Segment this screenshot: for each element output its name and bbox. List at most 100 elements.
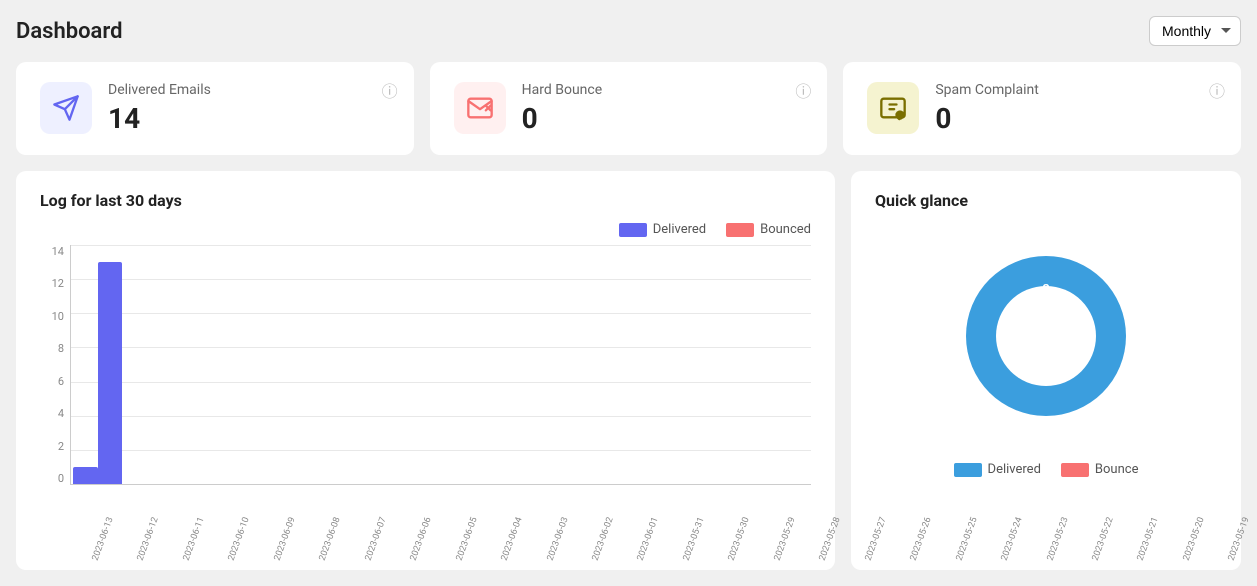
donut-legend-delivered: Delivered xyxy=(954,462,1041,477)
x-label: 2023-06-07 xyxy=(360,515,389,563)
bar-group xyxy=(416,245,441,484)
bounce-value: 0 xyxy=(522,102,804,135)
spam-icon-bg: $ xyxy=(867,82,919,134)
delivered-info-icon: ⓘ xyxy=(382,78,398,102)
bottom-row: Log for last 30 days Delivered Bounced 1… xyxy=(16,171,1241,570)
x-label: 2023-06-08 xyxy=(314,515,343,563)
x-label: 2023-05-31 xyxy=(678,515,707,563)
bar-group xyxy=(613,245,638,484)
chart-title: Log for last 30 days xyxy=(40,191,811,210)
x-label: 2023-06-03 xyxy=(541,515,570,563)
donut-bottom-label: 14 xyxy=(1038,372,1054,388)
donut-legend-bounce: Bounce xyxy=(1061,462,1139,477)
x-label: 2023-06-11 xyxy=(178,515,207,563)
legend-delivered-label: Delivered xyxy=(653,222,706,237)
bar-group xyxy=(539,245,564,484)
chart-area xyxy=(70,245,811,485)
log-chart-card: Log for last 30 days Delivered Bounced 1… xyxy=(16,171,835,570)
bars-container xyxy=(71,245,811,484)
bar-group xyxy=(588,245,613,484)
x-label: 2023-06-05 xyxy=(451,515,480,563)
x-label: 2023-06-10 xyxy=(223,515,252,563)
donut-bounce-color xyxy=(1061,463,1089,477)
bar-group xyxy=(564,245,589,484)
bounce-info-icon: ⓘ xyxy=(795,78,811,102)
bar-group xyxy=(196,245,221,484)
donut-svg: 0 14 xyxy=(936,226,1156,446)
x-labels: 2023-06-132023-06-122023-06-112023-06-10… xyxy=(70,536,811,550)
legend-delivered: Delivered xyxy=(619,222,706,237)
x-label: 2023-06-06 xyxy=(405,515,434,563)
donut-bounce-label: Bounce xyxy=(1095,462,1139,477)
bar-group xyxy=(392,245,417,484)
bar-group xyxy=(784,245,809,484)
bar-group xyxy=(637,245,662,484)
bar-group xyxy=(367,245,392,484)
x-label: 2023-05-28 xyxy=(814,515,843,563)
spam-label: Spam Complaint xyxy=(935,82,1217,98)
spam-info: Spam Complaint 0 xyxy=(935,82,1217,135)
delivered-emails-card: Delivered Emails 14 ⓘ xyxy=(16,62,414,155)
delivered-bar xyxy=(98,262,123,484)
bar-group xyxy=(98,245,123,484)
page-title: Dashboard xyxy=(16,19,122,44)
delivered-info: Delivered Emails 14 xyxy=(108,82,390,135)
spam-card: $ Spam Complaint 0 ⓘ xyxy=(843,62,1241,155)
spam-icon: $ xyxy=(879,94,907,122)
donut-hole xyxy=(996,286,1096,386)
chart-legend: Delivered Bounced xyxy=(40,222,811,237)
x-label: 2023-06-04 xyxy=(496,515,525,563)
donut-delivered-label: Delivered xyxy=(988,462,1041,477)
bar-group xyxy=(147,245,172,484)
delivered-label: Delivered Emails xyxy=(108,82,390,98)
donut-chart: 0 14 xyxy=(936,226,1156,446)
bounce-info: Hard Bounce 0 xyxy=(522,82,804,135)
x-label: 2023-06-01 xyxy=(632,515,661,563)
bar-group xyxy=(294,245,319,484)
delivered-color-swatch xyxy=(619,223,647,237)
bar-group xyxy=(490,245,515,484)
x-label: 2023-06-09 xyxy=(269,515,298,563)
donut-delivered-color xyxy=(954,463,982,477)
bar-group xyxy=(686,245,711,484)
bar-group xyxy=(735,245,760,484)
bar-group xyxy=(220,245,245,484)
bar-group xyxy=(245,245,270,484)
bar-group xyxy=(122,245,147,484)
bar-group xyxy=(466,245,491,484)
y-axis: 14 12 10 8 6 4 2 0 xyxy=(40,245,64,485)
bounce-mail-icon xyxy=(466,94,494,122)
x-label: 2023-06-12 xyxy=(132,515,161,563)
hard-bounce-card: Hard Bounce 0 ⓘ xyxy=(430,62,828,155)
bar-group xyxy=(318,245,343,484)
donut-legend: Delivered Bounce xyxy=(954,462,1139,477)
bar-group xyxy=(662,245,687,484)
x-label: 2023-05-30 xyxy=(723,515,752,563)
x-label: 2023-06-02 xyxy=(587,515,616,563)
bar-group xyxy=(269,245,294,484)
bar-group xyxy=(73,245,98,484)
legend-bounced-label: Bounced xyxy=(760,222,811,237)
delivered-bar xyxy=(73,467,98,484)
delivered-icon-bg xyxy=(40,82,92,134)
quick-glance-title: Quick glance xyxy=(875,191,968,210)
spam-value: 0 xyxy=(935,102,1217,135)
bounced-color-swatch xyxy=(726,223,754,237)
paper-plane-icon xyxy=(52,94,80,122)
bar-group xyxy=(343,245,368,484)
bar-group xyxy=(171,245,196,484)
cards-row: Delivered Emails 14 ⓘ Hard Bounce 0 ⓘ xyxy=(16,62,1241,155)
bar-group xyxy=(441,245,466,484)
x-label: 2023-05-29 xyxy=(769,515,798,563)
bar-group xyxy=(711,245,736,484)
bounce-label: Hard Bounce xyxy=(522,82,804,98)
page-header: Dashboard Monthly Daily Weekly Yearly xyxy=(16,16,1241,46)
donut-top-label: 0 xyxy=(1042,282,1050,298)
bar-group xyxy=(760,245,785,484)
quick-glance-card: Quick glance 0 14 Delivered Bounce xyxy=(851,171,1241,570)
legend-bounced: Bounced xyxy=(726,222,811,237)
period-select[interactable]: Monthly Daily Weekly Yearly xyxy=(1149,16,1241,46)
bar-group xyxy=(515,245,540,484)
delivered-value: 14 xyxy=(108,102,390,135)
bounce-icon-bg xyxy=(454,82,506,134)
